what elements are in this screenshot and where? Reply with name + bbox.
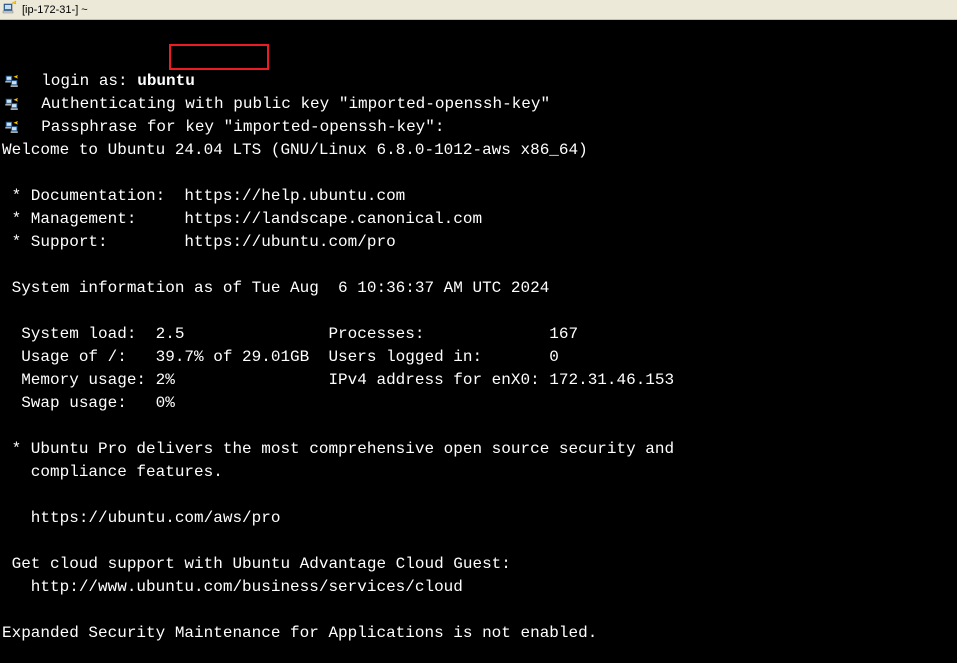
terminal-line: System load: 2.5 Processes: 167: [2, 323, 955, 346]
terminal-line: [2, 162, 955, 185]
terminal-line: Swap usage: 0%: [2, 392, 955, 415]
terminal-line: * Management: https://landscape.canonica…: [2, 208, 955, 231]
putty-icon: [2, 0, 22, 19]
terminal-line: * Support: https://ubuntu.com/pro: [2, 231, 955, 254]
terminal-line: https://ubuntu.com/aws/pro: [2, 507, 955, 530]
terminal-line: [2, 645, 955, 663]
terminal-line: * Documentation: https://help.ubuntu.com: [2, 185, 955, 208]
terminal-line: * Ubuntu Pro delivers the most comprehen…: [2, 438, 955, 461]
terminal-line: [2, 254, 955, 277]
window-title: [ip-172-31-] ~: [22, 4, 88, 16]
terminal-line: Expanded Security Maintenance for Applic…: [2, 622, 955, 645]
terminal-line: [2, 484, 955, 507]
terminal-line: [2, 599, 955, 622]
terminal-line: Memory usage: 2% IPv4 address for enX0: …: [2, 369, 955, 392]
terminal-line: [2, 530, 955, 553]
terminal-line: Passphrase for key "imported-openssh-key…: [2, 116, 955, 139]
terminal-line: Usage of /: 39.7% of 29.01GB Users logge…: [2, 346, 955, 369]
terminal-line: Get cloud support with Ubuntu Advantage …: [2, 553, 955, 576]
highlight-annotation: [169, 44, 269, 70]
terminal-line: System information as of Tue Aug 6 10:36…: [2, 277, 955, 300]
terminal-line: compliance features.: [2, 461, 955, 484]
window-titlebar[interactable]: [ip-172-31-] ~: [0, 0, 957, 20]
terminal-line: http://www.ubuntu.com/business/services/…: [2, 576, 955, 599]
terminal-line: Authenticating with public key "imported…: [2, 93, 955, 116]
terminal-output[interactable]: login as: ubuntu Authenticating with pub…: [0, 20, 957, 663]
terminal-line: login as: ubuntu: [2, 70, 955, 93]
terminal-line: [2, 300, 955, 323]
terminal-line: [2, 415, 955, 438]
terminal-line: Welcome to Ubuntu 24.04 LTS (GNU/Linux 6…: [2, 139, 955, 162]
